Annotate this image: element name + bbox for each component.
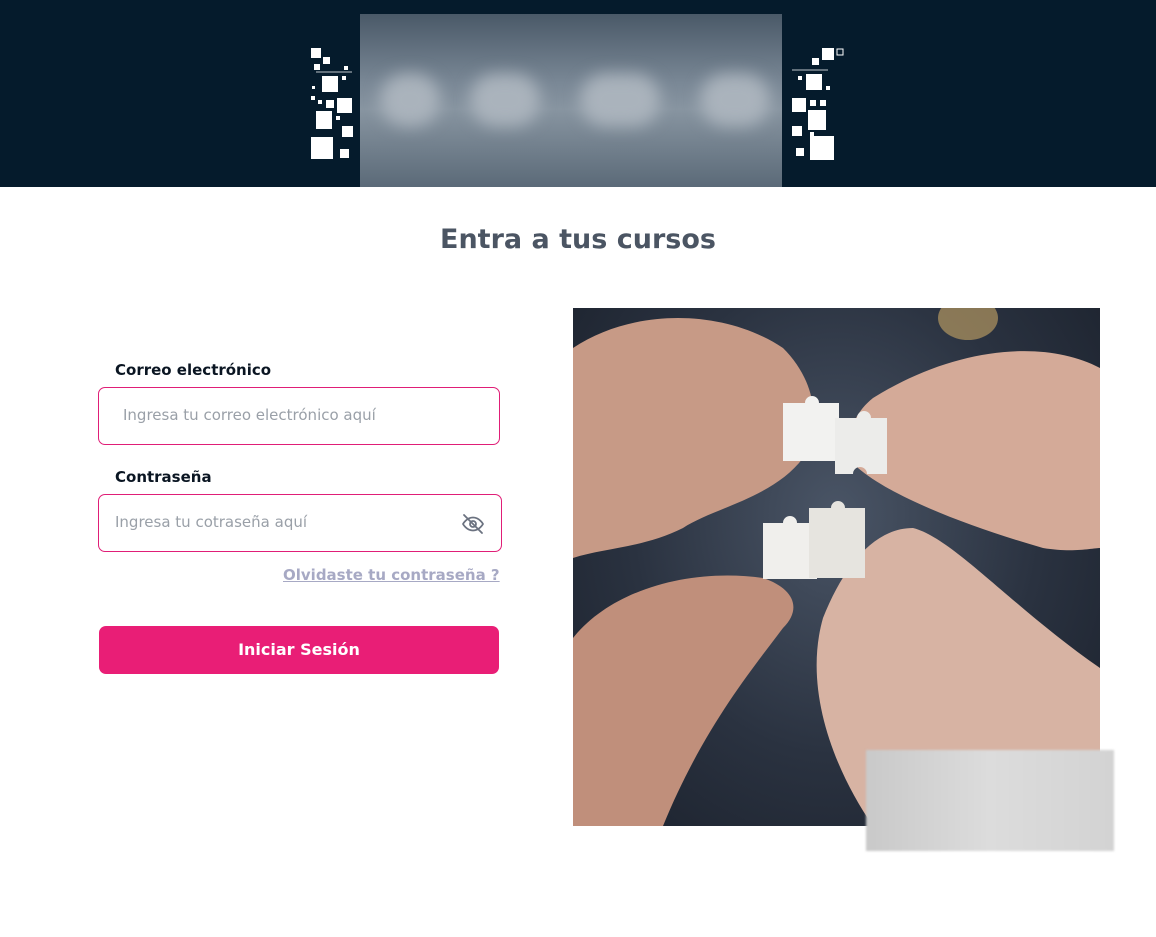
email-field[interactable]: Ingresa tu correo electrónico aquí bbox=[98, 387, 500, 445]
password-label: Contraseña bbox=[115, 468, 212, 486]
forgot-password-link[interactable]: Olvidaste tu contraseña ? bbox=[283, 566, 500, 584]
decorative-squares-left bbox=[311, 48, 353, 159]
password-field[interactable]: Ingresa tu cotraseña aquí bbox=[98, 494, 502, 552]
email-placeholder: Ingresa tu correo electrónico aquí bbox=[123, 406, 376, 424]
blurred-banner-logo bbox=[360, 14, 782, 187]
email-label: Correo electrónico bbox=[115, 361, 272, 379]
blurred-overlay-box bbox=[866, 750, 1114, 851]
eye-off-icon[interactable] bbox=[461, 512, 485, 536]
puzzle-hands-photo bbox=[573, 308, 1100, 826]
page-title: Entra a tus cursos bbox=[440, 224, 716, 255]
password-placeholder: Ingresa tu cotraseña aquí bbox=[115, 513, 308, 531]
decorative-squares-right bbox=[792, 48, 844, 160]
header-banner bbox=[0, 0, 1156, 187]
login-button[interactable]: Iniciar Sesión bbox=[99, 626, 499, 674]
photo-illustration bbox=[573, 308, 1100, 826]
